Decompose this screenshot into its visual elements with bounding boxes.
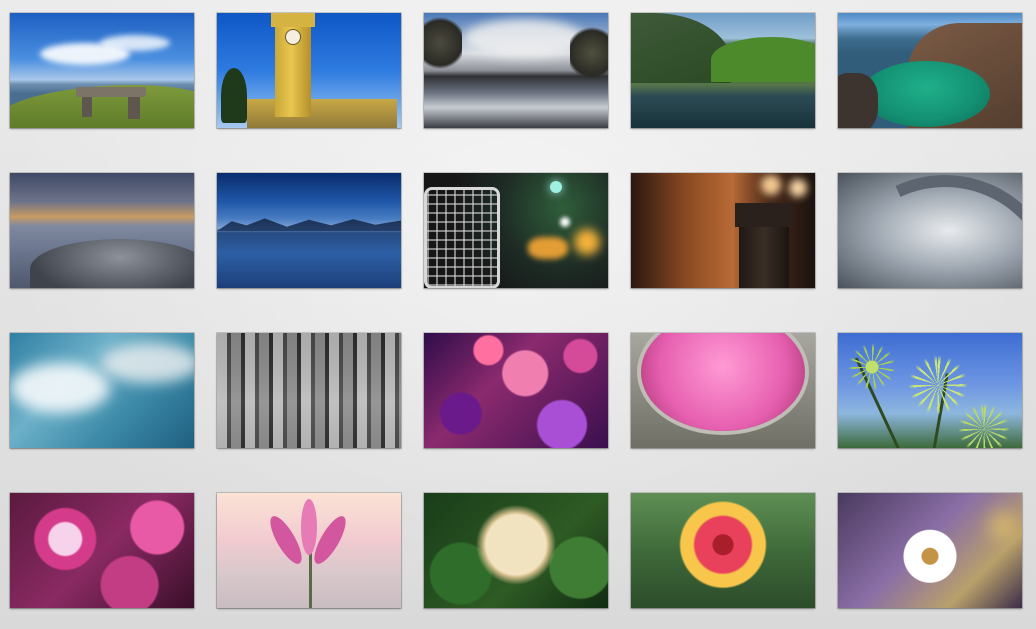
wallpaper-thumbnail-daisy[interactable] [838, 493, 1022, 608]
wallpaper-thumbnail-dianthus[interactable] [10, 493, 194, 608]
wallpaper-thumbnail-pink-pot[interactable] [631, 333, 815, 448]
wallpaper-thumbnail-post-bokeh[interactable] [631, 173, 815, 288]
wallpaper-thumbnail-umbel-sky[interactable] [838, 333, 1022, 448]
wallpaper-thumbnail-blue-clouds[interactable] [10, 333, 194, 448]
wallpaper-thumbnail-pink-lily[interactable] [217, 493, 401, 608]
wallpaper-thumbnail-clock-tower[interactable] [217, 13, 401, 128]
wallpaper-thumbnail-hydrangea[interactable] [424, 493, 608, 608]
wallpaper-thumbnail-3d-cubes[interactable] [217, 333, 401, 448]
wallpaper-thumbnail-bike-basket-bokeh[interactable] [424, 173, 608, 288]
wallpaper-thumbnail-river-reflection[interactable] [424, 13, 608, 128]
wallpaper-thumbnail-emerald-lagoon[interactable] [838, 13, 1022, 128]
wallpaper-thumbnail-green-lake[interactable] [631, 13, 815, 128]
wallpaper-grid [10, 13, 1022, 608]
wallpaper-thumbnail-blue-mountains[interactable] [217, 173, 401, 288]
wallpaper-thumbnail-coastal-bench[interactable] [10, 13, 194, 128]
wallpaper-thumbnail-mixed-flowers[interactable] [424, 333, 608, 448]
wallpaper-thumbnail-gaillardia[interactable] [631, 493, 815, 608]
wallpaper-thumbnail-dusk-shore[interactable] [10, 173, 194, 288]
wallpaper-thumbnail-gateway-arch[interactable] [838, 173, 1022, 288]
